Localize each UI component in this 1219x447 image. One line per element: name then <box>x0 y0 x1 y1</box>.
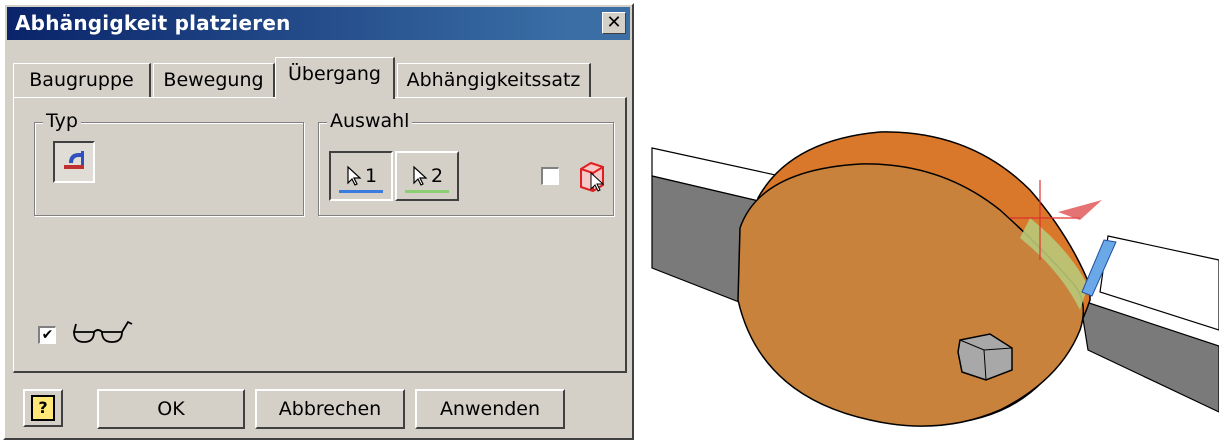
help-icon: ? <box>31 395 55 421</box>
dialog-title: Abhängigkeit platzieren <box>15 11 291 35</box>
pick-part-first-checkbox[interactable] <box>541 167 559 185</box>
select-2-underline <box>405 190 449 193</box>
close-button[interactable]: ✕ <box>602 12 626 34</box>
constraint-dialog: Abhängigkeit platzieren ✕ Baugruppe Bewe… <box>3 3 634 440</box>
title-bar: Abhängigkeit platzieren ✕ <box>7 7 630 40</box>
transition-type-button[interactable] <box>53 141 95 183</box>
tab-uebergang[interactable]: Übergang <box>275 57 395 99</box>
3d-model-viewport <box>651 131 1219 427</box>
typ-group: Typ <box>34 110 304 216</box>
help-button[interactable]: ? <box>23 389 63 427</box>
cursor-arrow-icon <box>413 165 428 186</box>
transition-constraint-icon <box>64 151 84 169</box>
close-icon: ✕ <box>606 12 622 33</box>
check-mark: ✔ <box>41 327 54 343</box>
select-2-number: 2 <box>430 165 444 187</box>
ok-button[interactable]: OK <box>97 389 245 429</box>
select-1-number: 1 <box>364 165 378 187</box>
typ-group-label: Typ <box>43 110 81 132</box>
cancel-label: Abbrechen <box>278 398 382 420</box>
tab-baugruppe[interactable]: Baugruppe <box>13 63 151 97</box>
constraint-glyph <box>1058 200 1102 220</box>
auswahl-group: Auswahl 1 2 <box>318 110 614 216</box>
preview-checkbox[interactable]: ✔ <box>38 326 56 344</box>
select-1-underline <box>339 190 383 193</box>
tab-abhaengigkeitssatz[interactable]: Abhängigkeitssatz <box>397 63 591 97</box>
ok-label: OK <box>157 398 185 420</box>
tab-bewegung[interactable]: Bewegung <box>153 63 275 97</box>
select-2-button[interactable]: 2 <box>395 151 459 201</box>
cursor-arrow-icon <box>347 165 362 186</box>
apply-label: Anwenden <box>439 398 541 420</box>
apply-button[interactable]: Anwenden <box>415 389 565 429</box>
model-viewport[interactable] <box>640 0 1219 443</box>
select-1-button[interactable]: 1 <box>329 151 393 201</box>
cancel-button[interactable]: Abbrechen <box>255 389 405 429</box>
glasses-icon <box>73 320 133 343</box>
auswahl-group-label: Auswahl <box>327 110 413 132</box>
pick-part-first-icon[interactable] <box>575 159 609 195</box>
tab-panel: Typ Auswahl 1 2 ✔ <box>13 97 627 373</box>
